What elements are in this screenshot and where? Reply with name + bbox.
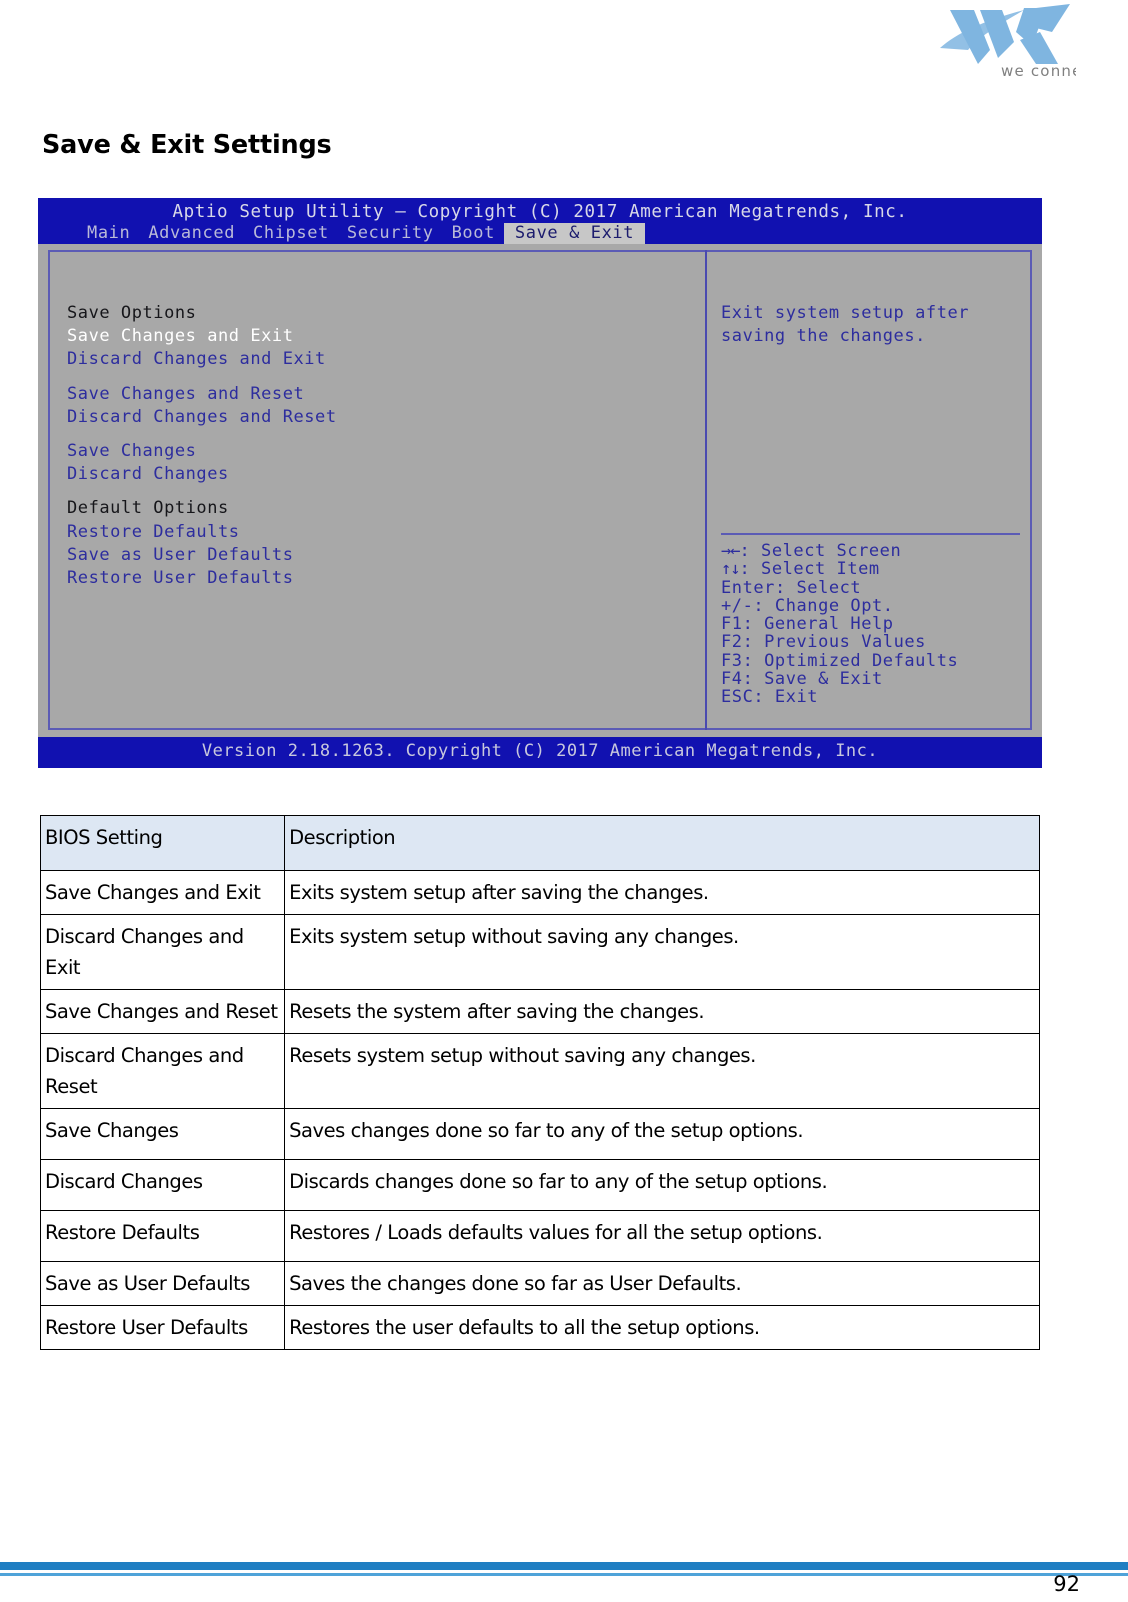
bios-panel-divider: [705, 250, 707, 730]
bios-menu-spacer-1: [67, 372, 667, 383]
table-cell-setting: Save Changes and Exit: [39, 870, 286, 915]
page-number: 92: [1053, 1572, 1080, 1596]
bios-key-f2-previous-values: F2: Previous Values: [721, 632, 926, 653]
bios-tab-main[interactable]: Main: [78, 223, 139, 244]
table-cell-setting: Restore Defaults: [39, 1210, 286, 1262]
table-cell-description: Saves changes done so far to any of the …: [284, 1108, 1040, 1160]
footer-rule-thin: [0, 1573, 1128, 1576]
table-cell-description: Exits system setup without saving any ch…: [284, 914, 1040, 990]
table-row: Restore User Defaults Restores the user …: [39, 1305, 1040, 1350]
arrow-left-right-icon: →←: [721, 541, 741, 561]
bios-menu-item-save-changes-and-reset[interactable]: Save Changes and Reset: [67, 383, 667, 406]
bios-tab-advanced[interactable]: Advanced: [139, 223, 244, 244]
bios-key-select-screen: →←: Select Screen: [721, 541, 902, 561]
table-header-description: Description: [284, 815, 1040, 871]
table-row: Restore Defaults Restores / Loads defaul…: [39, 1210, 1040, 1262]
table-row: Discard Changes Discards changes done so…: [39, 1159, 1040, 1211]
table-cell-description: Discards changes done so far to any of t…: [284, 1159, 1040, 1211]
bios-title-bar: Aptio Setup Utility – Copyright (C) 2017…: [38, 198, 1042, 244]
bios-utility-title: Aptio Setup Utility – Copyright (C) 2017…: [172, 202, 908, 222]
bios-menu-spacer-3: [67, 486, 667, 497]
via-logo: we connect: [928, 2, 1076, 84]
bios-tab-security[interactable]: Security: [338, 223, 443, 244]
bios-menu-item-restore-defaults[interactable]: Restore Defaults: [67, 521, 667, 544]
bios-key-legend: →←: Select Screen ↑↓: Select Item Enter:…: [721, 542, 1021, 707]
bios-menu-item-save-changes-and-exit[interactable]: Save Changes and Exit: [67, 325, 667, 348]
bios-menu-heading-default-options: Default Options: [67, 498, 229, 519]
bios-key-f1-general-help: F1: General Help: [721, 614, 894, 635]
bios-screenshot: Aptio Setup Utility – Copyright (C) 2017…: [38, 198, 1042, 768]
table-cell-description: Restores / Loads defaults values for all…: [284, 1210, 1040, 1262]
bios-menu-item-discard-changes-and-reset[interactable]: Discard Changes and Reset: [67, 406, 667, 429]
bios-menu-item-discard-changes[interactable]: Discard Changes: [67, 463, 667, 486]
page-header: we connect: [0, 0, 1128, 96]
table-row: Save Changes and Exit Exits system setup…: [39, 870, 1040, 915]
table-cell-setting: Restore User Defaults: [39, 1305, 286, 1350]
table-row: Discard Changes and Reset Resets system …: [39, 1033, 1040, 1109]
bios-key-enter-select: Enter: Select: [721, 577, 862, 598]
bios-tab-save-and-exit[interactable]: Save & Exit: [503, 223, 646, 244]
bios-key-select-item: ↑↓: Select Item: [721, 559, 880, 580]
bios-key-change-opt: +/-: Change Opt.: [721, 595, 894, 616]
table-cell-setting: Discard Changes and Exit: [39, 914, 286, 990]
logo-tagline: we connect: [1001, 62, 1076, 80]
bios-menu-spacer-2: [67, 429, 667, 440]
bios-key-esc-exit: ESC: Exit: [721, 687, 819, 708]
table-cell-description: Resets system setup without saving any c…: [284, 1033, 1040, 1109]
bios-help-panel: Exit system setup after saving the chang…: [721, 302, 1021, 348]
bios-menu-heading-save-options: Save Options: [67, 303, 197, 323]
bios-settings-table: BIOS Setting Description Save Changes an…: [39, 815, 1040, 1350]
table-cell-setting: Save Changes: [39, 1108, 286, 1160]
bios-key-f3-optimized-defaults: F3: Optimized Defaults: [721, 650, 959, 671]
bios-menu-item-save-as-user-defaults[interactable]: Save as User Defaults: [67, 544, 667, 567]
bios-menu-item-save-changes[interactable]: Save Changes: [67, 440, 667, 463]
page-title: Save & Exit Settings: [42, 130, 332, 160]
bios-tab-boot[interactable]: Boot: [443, 223, 504, 244]
bios-footer-bar: Version 2.18.1263. Copyright (C) 2017 Am…: [38, 737, 1042, 768]
table-header-bios-setting: BIOS Setting: [39, 815, 286, 871]
table-cell-description: Resets the system after saving the chang…: [284, 989, 1040, 1034]
table-cell-setting: Discard Changes and Reset: [39, 1033, 286, 1109]
bios-help-separator: [721, 533, 1020, 535]
bios-help-text: Exit system setup after saving the chang…: [721, 303, 980, 347]
table-cell-setting: Save as User Defaults: [39, 1261, 286, 1306]
table-cell-setting: Discard Changes: [39, 1159, 286, 1211]
footer-rules: [0, 1562, 1128, 1576]
bios-tab-chipset[interactable]: Chipset: [244, 223, 338, 244]
table-row: Discard Changes and Exit Exits system se…: [39, 914, 1040, 990]
table-row: Save as User Defaults Saves the changes …: [39, 1261, 1040, 1306]
bios-menu-item-restore-user-defaults[interactable]: Restore User Defaults: [67, 567, 667, 590]
table-row: Save Changes Saves changes done so far t…: [39, 1108, 1040, 1160]
arrow-up-down-icon: ↑↓: [721, 559, 741, 580]
bios-menu-item-discard-changes-and-exit[interactable]: Discard Changes and Exit: [67, 348, 667, 371]
table-header-row: BIOS Setting Description: [39, 815, 1040, 871]
table-cell-description: Saves the changes done so far as User De…: [284, 1261, 1040, 1306]
table-row: Save Changes and Reset Resets the system…: [39, 989, 1040, 1034]
bios-version-text: Version 2.18.1263. Copyright (C) 2017 Am…: [201, 741, 879, 761]
table-cell-setting: Save Changes and Reset: [39, 989, 286, 1034]
bios-options-menu[interactable]: Save Options Save Changes and Exit Disca…: [67, 302, 667, 590]
bios-key-f4-save-and-exit: F4: Save & Exit: [721, 669, 883, 690]
table-cell-description: Restores the user defaults to all the se…: [284, 1305, 1040, 1350]
table-cell-description: Exits system setup after saving the chan…: [284, 870, 1040, 915]
bios-tab-bar[interactable]: Main Advanced Chipset Security Boot Save…: [78, 223, 646, 244]
bios-content-area: Save Options Save Changes and Exit Disca…: [38, 244, 1042, 737]
footer-rule-thick: [0, 1562, 1128, 1570]
